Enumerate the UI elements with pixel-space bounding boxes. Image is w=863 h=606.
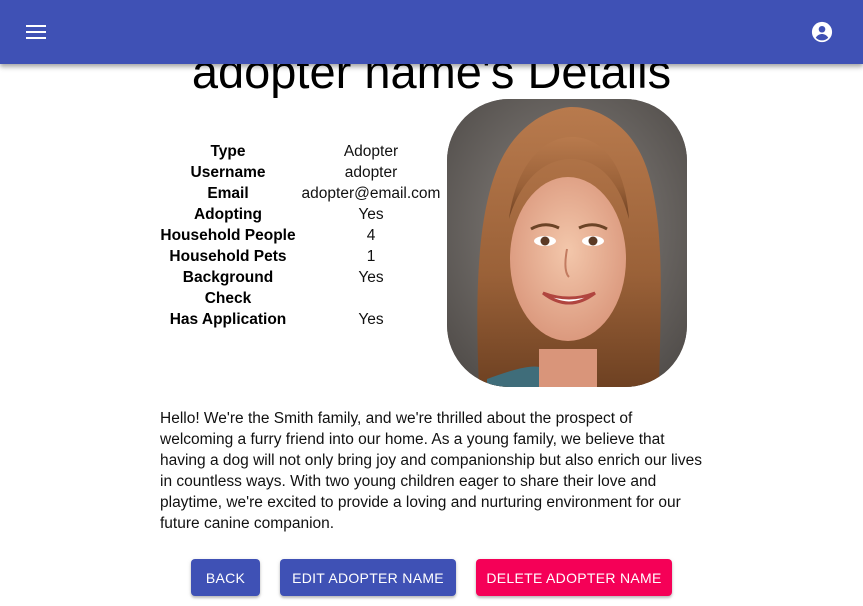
details-value: adopter xyxy=(344,164,398,181)
details-value: 4 xyxy=(366,227,376,244)
details-key: Email xyxy=(207,185,249,202)
details-key: Background Check xyxy=(182,269,274,307)
details-value: Yes xyxy=(358,269,384,286)
back-button[interactable]: BACK xyxy=(191,559,260,596)
details-key: Adopting xyxy=(193,206,262,223)
details-row: Email adopter@email.com xyxy=(158,183,444,204)
delete-adopter-button[interactable]: DELETE ADOPTER NAME xyxy=(476,559,672,596)
details-row: Has Application Yes xyxy=(158,309,444,330)
details-row: Household People 4 xyxy=(158,225,444,246)
details-value: adopter@email.com xyxy=(301,185,441,202)
adopter-bio: Hello! We're the Smith family, and we're… xyxy=(160,410,702,532)
details-key: Household People xyxy=(160,227,296,244)
details-key: Has Application xyxy=(169,311,287,328)
account-button[interactable] xyxy=(805,12,839,52)
portrait-image xyxy=(447,99,687,387)
edit-adopter-button[interactable]: EDIT ADOPTER NAME xyxy=(280,559,456,596)
details-row: Type Adopter xyxy=(158,141,444,162)
details-key: Household Pets xyxy=(169,248,287,265)
details-row: Household Pets 1 xyxy=(158,246,444,267)
menu-icon xyxy=(26,25,46,39)
details-row: Adopting Yes xyxy=(158,204,444,225)
details-key: Type xyxy=(210,143,246,160)
app-bar xyxy=(0,0,863,64)
details-row: Username adopter xyxy=(158,162,444,183)
adopter-details-table: Type Adopter Username adopter Email adopter@e… xyxy=(158,141,444,330)
details-value: Yes xyxy=(358,311,384,328)
details-row: Background Check Yes xyxy=(158,267,444,309)
account-circle-icon xyxy=(811,21,833,43)
adopter-photo xyxy=(447,99,687,387)
details-value: Yes xyxy=(358,206,384,223)
details-key: Username xyxy=(190,164,266,181)
details-value: Adopter xyxy=(343,143,399,160)
menu-button[interactable] xyxy=(14,12,58,52)
adopter-details-page: adopter name's Details Type Adopter Userna… xyxy=(0,0,863,606)
details-value: 1 xyxy=(366,248,376,265)
action-buttons: BACK EDIT ADOPTER NAME DELETE ADOPTER NA… xyxy=(0,559,863,596)
